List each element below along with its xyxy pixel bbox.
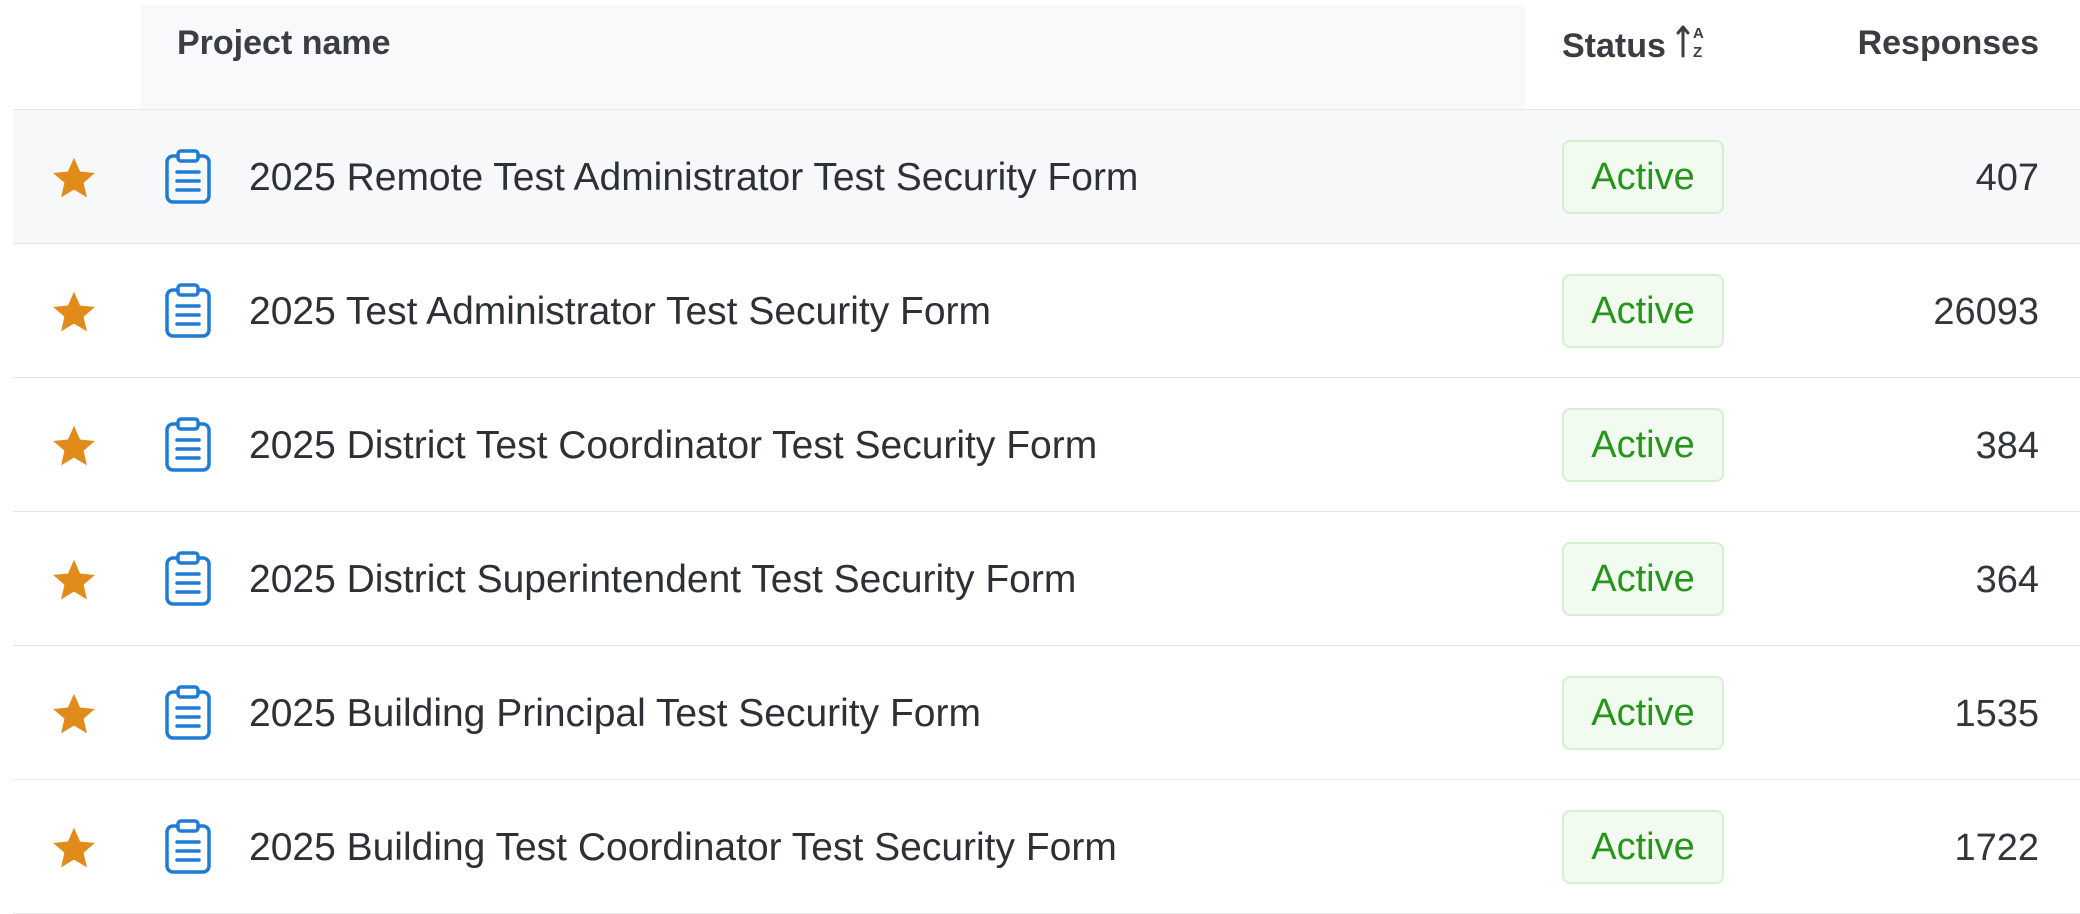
status-badge: Active	[1562, 274, 1724, 348]
response-count: 1535	[1954, 693, 2039, 735]
project-name-link[interactable]: 2025 Remote Test Administrator Test Secu…	[249, 155, 1138, 201]
responses-column-header[interactable]: Responses	[1858, 22, 2039, 64]
response-count: 26093	[1933, 291, 2039, 333]
table-row[interactable]: 2025 Test Administrator Test Security Fo…	[13, 244, 2080, 378]
star-icon[interactable]	[49, 690, 99, 740]
response-count: 1722	[1954, 827, 2039, 869]
status-column-label: Status	[1562, 27, 1666, 65]
project-name-link[interactable]: 2025 Test Administrator Test Security Fo…	[249, 289, 991, 335]
response-count: 407	[1975, 157, 2039, 199]
status-column-header[interactable]: Status A Z	[1562, 22, 1710, 70]
star-icon[interactable]	[49, 288, 99, 338]
table-row[interactable]: 2025 District Superintendent Test Securi…	[13, 512, 2080, 646]
star-icon[interactable]	[49, 154, 99, 204]
response-count: 364	[1975, 559, 2039, 601]
survey-clipboard-icon	[163, 551, 213, 607]
project-name-link[interactable]: 2025 District Test Coordinator Test Secu…	[249, 423, 1097, 469]
status-badge: Active	[1562, 676, 1724, 750]
project-name-link[interactable]: 2025 Building Principal Test Security Fo…	[249, 691, 981, 737]
status-badge: Active	[1562, 810, 1724, 884]
status-badge: Active	[1562, 140, 1724, 214]
table-row[interactable]: 2025 Remote Test Administrator Test Secu…	[13, 110, 2080, 244]
survey-clipboard-icon	[163, 149, 213, 205]
table-header: Project name Status A Z Responses	[13, 0, 2080, 110]
survey-clipboard-icon	[163, 685, 213, 741]
projects-table: Project name Status A Z Responses 2025 R…	[13, 0, 2080, 914]
status-badge: Active	[1562, 408, 1724, 482]
star-icon[interactable]	[49, 824, 99, 874]
status-badge: Active	[1562, 542, 1724, 616]
table-body: 2025 Remote Test Administrator Test Secu…	[13, 110, 2080, 914]
survey-clipboard-icon	[163, 283, 213, 339]
response-count: 384	[1975, 425, 2039, 467]
survey-clipboard-icon	[163, 417, 213, 473]
svg-text:A: A	[1693, 25, 1704, 42]
survey-clipboard-icon	[163, 819, 213, 875]
project-name-column-header[interactable]: Project name	[177, 22, 391, 64]
table-row[interactable]: 2025 District Test Coordinator Test Secu…	[13, 378, 2080, 512]
table-row[interactable]: 2025 Building Principal Test Security Fo…	[13, 646, 2080, 780]
sort-ascending-a-z-icon[interactable]: A Z	[1676, 22, 1710, 70]
star-icon[interactable]	[49, 556, 99, 606]
svg-text:Z: Z	[1693, 44, 1702, 60]
star-icon[interactable]	[49, 422, 99, 472]
project-name-link[interactable]: 2025 District Superintendent Test Securi…	[249, 557, 1076, 603]
table-row[interactable]: 2025 Building Test Coordinator Test Secu…	[13, 780, 2080, 914]
project-name-link[interactable]: 2025 Building Test Coordinator Test Secu…	[249, 825, 1117, 871]
